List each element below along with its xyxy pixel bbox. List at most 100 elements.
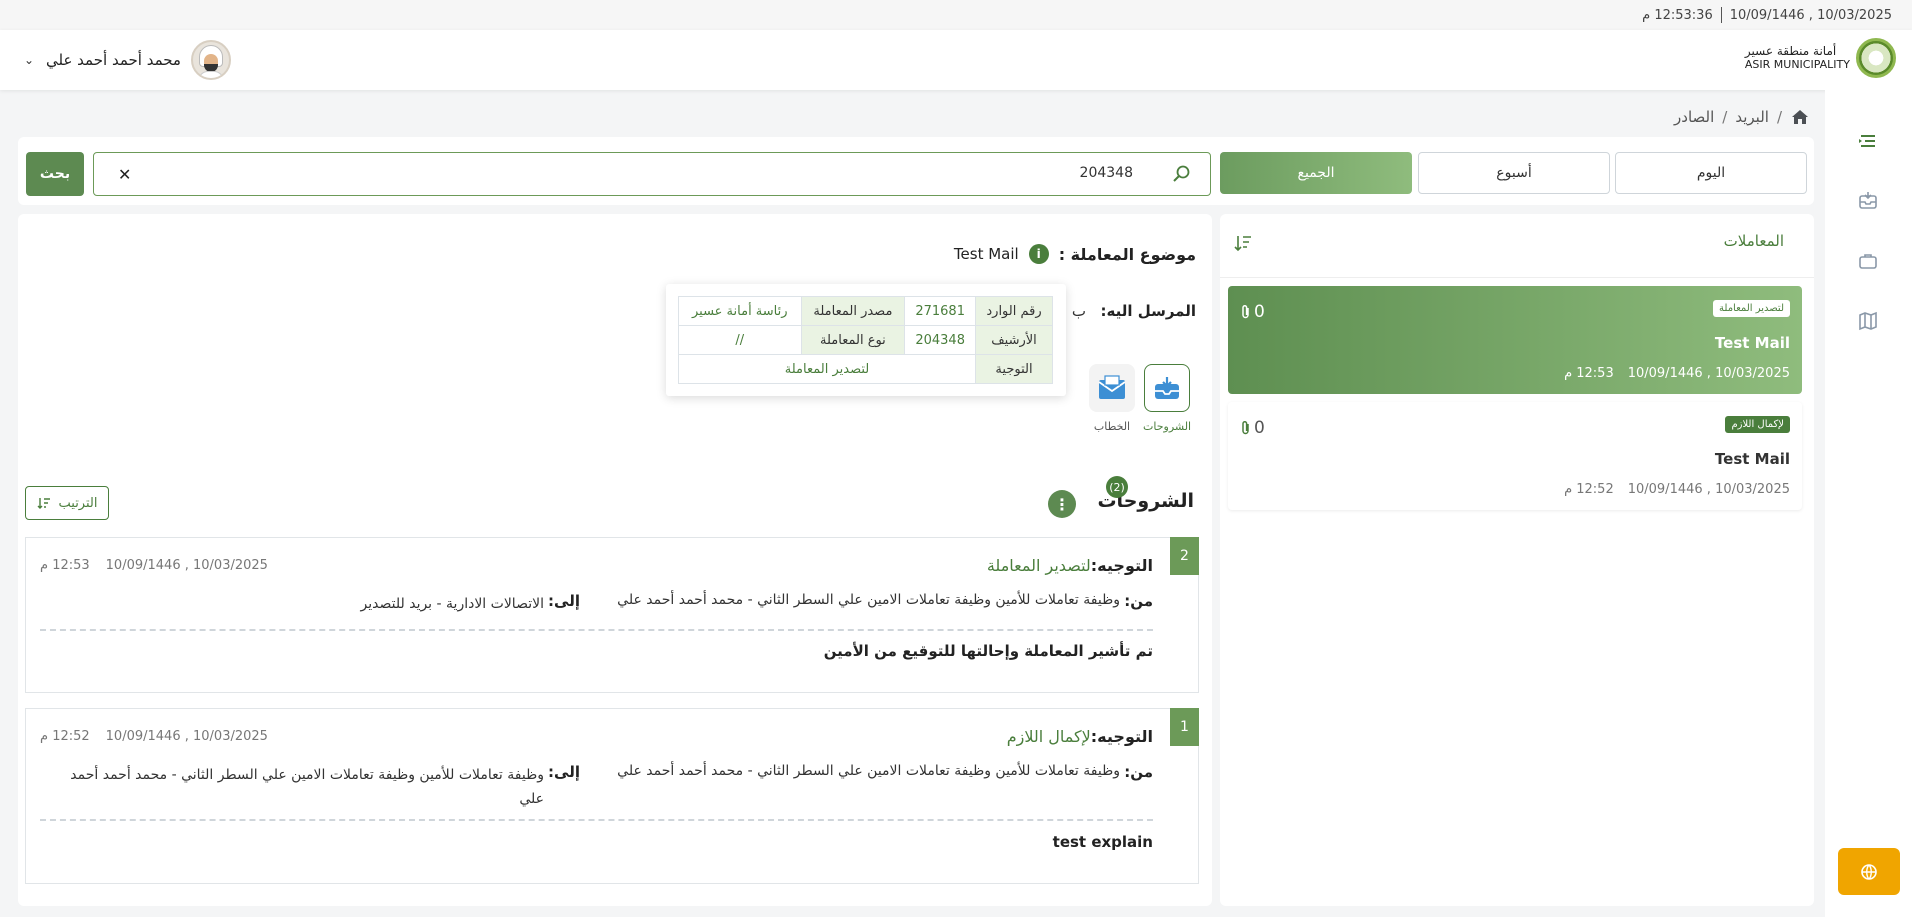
type-label: نوع المعاملة (800, 325, 906, 355)
divider (40, 819, 1153, 821)
breadcrumb-mail[interactable]: البريد (1735, 108, 1769, 126)
current-date: 10/03/2025 , 10/09/1446 (1729, 7, 1892, 23)
attachment-count-value: 0 (1254, 302, 1265, 322)
status-badge: لتصدير المعاملة (1713, 300, 1790, 317)
archive-label: الأرشيف (975, 325, 1053, 355)
avatar[interactable] (190, 40, 231, 80)
search-button[interactable]: بحث (26, 152, 84, 196)
transaction-date: 10/03/2025 , 10/09/1446 (1627, 482, 1790, 497)
kebab-icon[interactable]: ⋮ (1048, 490, 1076, 518)
envelope-icon (1098, 375, 1126, 399)
entry-number: 1 (1170, 708, 1199, 746)
sharhat-doc-label: الشروحات (1143, 420, 1192, 433)
subject-line: موضوع المعاملة : i Test Mail (954, 244, 1196, 264)
incoming-no-label: رقم الوارد (975, 296, 1053, 326)
map-icon[interactable] (1857, 310, 1879, 332)
order-button[interactable]: الترتيب (25, 486, 109, 520)
transactions-panel: المعاملات لتصدير المعاملة Test Mail 0 10… (1220, 214, 1814, 906)
explanations-count-badge: (2) (1106, 476, 1128, 498)
transaction-info-popup: رقم الوارد 271681 مصدر المعاملة رئاسة أم… (666, 284, 1066, 396)
org-name-en: ASIR MUNICIPALITY (1744, 58, 1850, 71)
filter-week-button[interactable]: أسبوع (1418, 152, 1610, 194)
entry-to: وظيفة تعاملات للأمين وظيفة تعاملات الامي… (70, 767, 544, 807)
entry-date: 10/03/2025 , 10/09/1446 (105, 729, 268, 744)
status-badge: لإكمال اللازم (1725, 416, 1790, 433)
menu-icon[interactable] (1857, 130, 1879, 152)
type: // (678, 325, 802, 355)
org-seal-icon (1856, 38, 1896, 78)
transaction-date: 10/03/2025 , 10/09/1446 (1627, 366, 1790, 381)
entry-note: تم تأشير المعاملة وإحالتها للتوقيع من ال… (823, 642, 1153, 660)
letter-doc-button[interactable]: الخطاب (1089, 364, 1135, 433)
entry-direction-label: التوجيه: (1090, 727, 1153, 746)
entry-number: 2 (1170, 537, 1199, 575)
routing-label: التوجية (975, 354, 1053, 384)
transactions-title: المعاملات (1723, 232, 1784, 250)
attachment-count-value: 0 (1254, 418, 1265, 438)
transaction-time: 12:53 م (1564, 366, 1614, 381)
routing: لتصدير المعاملة (678, 354, 976, 384)
subject-value: Test Mail (953, 245, 1019, 263)
app-header: أمانة منطقة عسير ASIR MUNICIPALITY ⌄ محم… (0, 30, 1912, 90)
user-name: محمد أحمد أحمد علي (46, 51, 181, 69)
letter-doc-label: الخطاب (1093, 420, 1131, 433)
sharhat-doc-button[interactable]: الشروحات (1143, 364, 1191, 433)
entry-to-label: إلى: (548, 763, 580, 781)
info-table: رقم الوارد 271681 مصدر المعاملة رئاسة أم… (678, 296, 1053, 384)
info-icon[interactable]: i (1028, 244, 1049, 264)
transaction-details: موضوع المعاملة : i Test Mail المرسل اليه… (18, 214, 1212, 906)
filter-all-button[interactable]: الجميع (1220, 152, 1412, 194)
entry-to: الاتصالات الادارية - بريد للتصدير (360, 596, 544, 612)
archive: 204348 (904, 325, 976, 355)
org-logo[interactable]: أمانة منطقة عسير ASIR MUNICIPALITY (1745, 38, 1896, 78)
entry-from: وظيفة تعاملات للأمين وظيفة تعاملات الامي… (617, 763, 1120, 779)
entry-from-label: من: (1124, 763, 1153, 781)
transaction-time: 12:52 م (1564, 482, 1614, 497)
transaction-subject: Test Mail (1714, 450, 1790, 468)
globe-icon (1861, 863, 1877, 880)
entry-time: 12:52 م (40, 729, 90, 744)
transaction-card[interactable]: لإكمال اللازم Test Mail 0 10/03/2025 , 1… (1228, 402, 1802, 510)
top-status-bar: 10/03/2025 , 10/09/1446 12:53:36 م (0, 0, 1912, 30)
paperclip-icon (1242, 420, 1249, 435)
explanation-entry: 2 التوجيه:لتصدير المعاملة 10/03/2025 , 1… (25, 537, 1199, 693)
explanation-entry: 1 التوجيه:لإكمال اللازم 10/03/2025 , 10/… (25, 708, 1199, 884)
entry-from: وظيفة تعاملات للأمين وظيفة تعاملات الامي… (617, 592, 1120, 608)
search-value[interactable]: 204348 (1080, 165, 1133, 181)
attachment-count: 0 (1240, 302, 1265, 322)
transaction-subject: Test Mail (1714, 334, 1790, 352)
entry-date: 10/03/2025 , 10/09/1446 (105, 558, 268, 573)
filter-today-button[interactable]: اليوم (1615, 152, 1807, 194)
paperclip-icon (1242, 304, 1249, 319)
user-menu[interactable]: ⌄ محمد أحمد أحمد علي (22, 40, 231, 80)
current-time: 12:53:36 م (1642, 7, 1713, 23)
inbox-icon[interactable] (1857, 190, 1879, 212)
close-icon[interactable]: ✕ (118, 165, 131, 184)
org-name-ar: أمانة منطقة عسير (1744, 44, 1837, 58)
entry-direction: لإكمال اللازم (1006, 727, 1091, 746)
filter-bar: بحث ✕ 204348 الجميع أسبوع اليوم (18, 137, 1814, 205)
side-rail (1825, 90, 1912, 917)
entry-direction: لتصدير المعاملة (986, 556, 1091, 575)
search-icon (1173, 165, 1190, 182)
transaction-card[interactable]: لتصدير المعاملة Test Mail 0 10/03/2025 ,… (1228, 286, 1802, 394)
divider (40, 629, 1153, 631)
sort-icon[interactable] (1232, 232, 1254, 254)
source: رئاسة أمانة عسير (678, 296, 802, 326)
sort-icon (37, 498, 50, 509)
briefcase-icon[interactable] (1857, 250, 1879, 272)
breadcrumb-outgoing[interactable]: الصادر (1674, 108, 1714, 126)
transactions-header: المعاملات (1220, 214, 1814, 278)
incoming-no: 271681 (904, 296, 976, 326)
inbox-icon (1155, 377, 1180, 399)
breadcrumb: / البريد / الصادر (1674, 108, 1810, 126)
order-label: الترتيب (58, 495, 98, 511)
search-input[interactable]: ✕ 204348 (93, 152, 1211, 196)
home-icon[interactable] (1790, 108, 1810, 126)
attachment-count: 0 (1240, 418, 1265, 438)
recipient-label: المرسل اليه: (1100, 302, 1196, 320)
chevron-down-icon[interactable]: ⌄ (22, 53, 36, 67)
source-label: مصدر المعاملة (800, 296, 906, 326)
language-button[interactable] (1838, 848, 1900, 895)
recipient-value: ب (1071, 302, 1086, 320)
